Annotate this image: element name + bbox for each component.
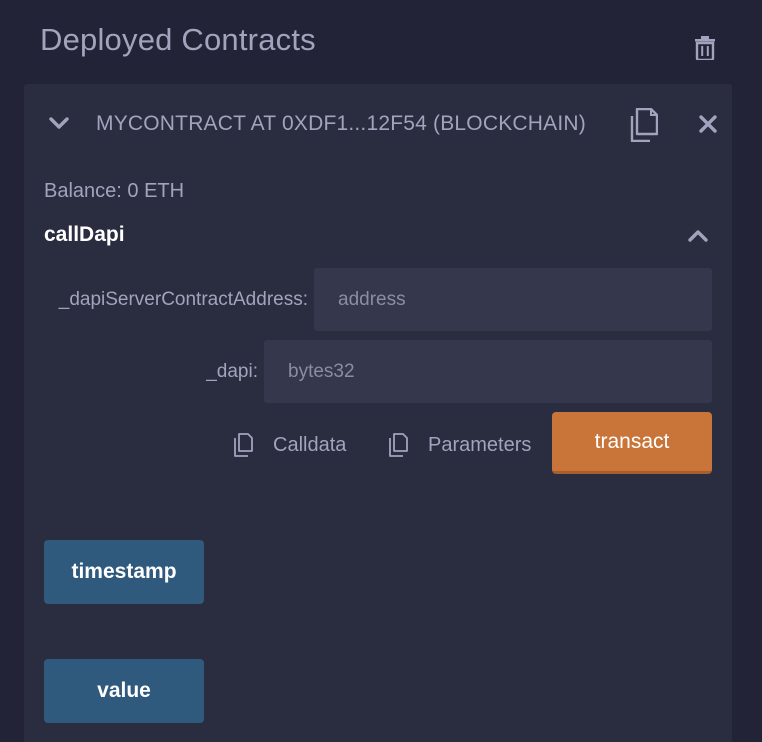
timestamp-button[interactable]: timestamp [44, 540, 204, 604]
copy-address-icon[interactable] [628, 108, 658, 142]
copy-parameters-icon[interactable] [388, 433, 408, 457]
chevron-down-icon[interactable] [48, 116, 70, 132]
param-label-server-address: _dapiServerContractAddress: [58, 289, 308, 310]
trash-icon[interactable] [694, 36, 716, 60]
function-name[interactable]: callDapi [44, 223, 125, 247]
calldata-button[interactable]: Calldata [273, 434, 346, 457]
parameters-button[interactable]: Parameters [428, 434, 531, 457]
chevron-up-icon[interactable] [686, 228, 710, 244]
balance-text: Balance: 0 ETH [44, 180, 185, 202]
dapi-input[interactable] [264, 340, 712, 403]
copy-calldata-icon[interactable] [233, 433, 253, 457]
param-label-dapi: _dapi: [206, 361, 258, 382]
server-address-input[interactable] [314, 268, 712, 331]
value-button[interactable]: value [44, 659, 204, 723]
deployed-contracts-title: Deployed Contracts [40, 22, 316, 57]
transact-button[interactable]: transact [552, 412, 712, 474]
contract-title[interactable]: MYCONTRACT AT 0XDF1...12F54 (BLOCKCHAIN) [96, 112, 586, 136]
close-icon[interactable] [698, 114, 718, 134]
